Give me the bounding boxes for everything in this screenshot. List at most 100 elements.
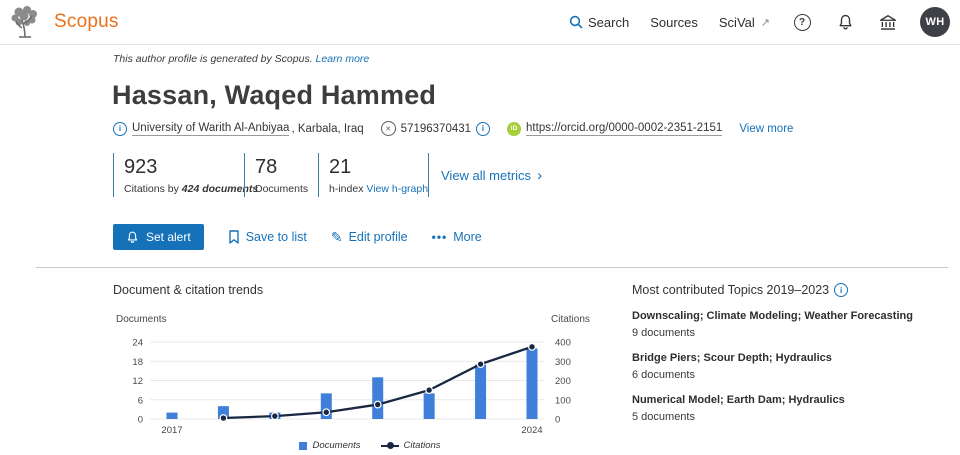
- topics-title-row: Most contributed Topics 2019–2023 i: [632, 283, 952, 297]
- set-alert-button[interactable]: Set alert: [113, 224, 204, 250]
- topic-count: 6 documents: [632, 369, 952, 381]
- topics-title: Most contributed Topics 2019–2023: [632, 283, 829, 297]
- bell-icon: [837, 14, 854, 31]
- top-header: Scopus Search Sources SciVal ↗ ?: [0, 0, 960, 45]
- view-more-link[interactable]: View more: [739, 123, 793, 135]
- svg-text:0: 0: [138, 415, 143, 426]
- profile-generated-note: This author profile is generated by Scop…: [113, 53, 369, 65]
- svg-text:12: 12: [132, 376, 143, 387]
- nav-sources[interactable]: Sources: [650, 15, 698, 30]
- nav-search[interactable]: Search: [569, 15, 629, 30]
- note-text: This author profile is generated by Scop…: [113, 53, 313, 65]
- metric-citations: 923 Citations by 424 documents: [113, 153, 244, 197]
- help-button[interactable]: ?: [791, 11, 813, 33]
- affiliation-location: , Karbala, Iraq: [291, 123, 363, 135]
- citations-swatch-icon: [381, 445, 399, 447]
- alert-bell-icon: [126, 231, 139, 244]
- view-all-metrics-label: View all metrics: [441, 168, 531, 183]
- topic-name[interactable]: Downscaling; Climate Modeling; Weather F…: [632, 310, 952, 323]
- chart-title: Document & citation trends: [113, 283, 263, 297]
- svg-text:400: 400: [555, 338, 571, 349]
- nav-sources-label: Sources: [650, 15, 698, 30]
- view-all-metrics-link[interactable]: View all metrics ›: [428, 153, 542, 197]
- metrics-row: 923 Citations by 424 documents 78 Docume…: [113, 153, 542, 197]
- section-divider: [36, 267, 948, 268]
- notifications-button[interactable]: [834, 11, 856, 33]
- documents-label: Documents: [255, 183, 318, 195]
- bookmark-icon: [228, 230, 240, 244]
- more-button[interactable]: ••• More: [432, 230, 482, 244]
- brand-wordmark[interactable]: Scopus: [54, 11, 119, 33]
- topic-name[interactable]: Bridge Piers; Scour Depth; Hydraulics: [632, 352, 952, 365]
- scopus-author-profile-page: Scopus Search Sources SciVal ↗ ?: [0, 0, 960, 455]
- svg-text:200: 200: [555, 376, 571, 387]
- svg-text:24: 24: [132, 338, 143, 349]
- svg-text:2017: 2017: [161, 425, 182, 436]
- save-to-list-button[interactable]: Save to list: [228, 230, 307, 244]
- nav-search-label: Search: [588, 15, 629, 30]
- topics-info-icon[interactable]: i: [834, 283, 848, 297]
- topic-item: Downscaling; Climate Modeling; Weather F…: [632, 310, 952, 339]
- save-to-list-label: Save to list: [246, 230, 307, 244]
- citations-label-prefix: Citations by: [124, 183, 182, 195]
- edit-profile-button[interactable]: ✎ Edit profile: [331, 229, 408, 246]
- external-link-icon: ↗: [761, 16, 770, 29]
- svg-text:18: 18: [132, 357, 143, 368]
- nav-scival-label: SciVal: [719, 15, 755, 30]
- author-id-group: ✕ 57196370431 i: [381, 121, 490, 136]
- hindex-label-row: h-index View h-graph: [329, 183, 428, 195]
- trend-chart: 00610012200183002440020172024: [105, 306, 585, 438]
- header-nav: Search Sources SciVal ↗ ?: [569, 0, 950, 44]
- documents-swatch-icon: [299, 442, 307, 450]
- view-h-graph-link[interactable]: View h-graph: [366, 183, 428, 195]
- learn-more-link[interactable]: Learn more: [316, 53, 370, 65]
- institution-button[interactable]: [877, 11, 899, 33]
- topic-count: 9 documents: [632, 327, 952, 339]
- citations-label: Citations by 424 documents: [124, 183, 244, 195]
- citations-value: 923: [124, 155, 244, 179]
- svg-text:0: 0: [555, 415, 560, 426]
- author-info-row: i University of Warith Al-Anbiyaa , Karb…: [113, 121, 793, 136]
- legend-citations[interactable]: Citations: [381, 440, 441, 451]
- edit-profile-label: Edit profile: [349, 230, 408, 244]
- institution-icon: [879, 14, 897, 31]
- documents-value: 78: [255, 155, 318, 179]
- svg-text:2024: 2024: [521, 425, 542, 436]
- author-id-value: 57196370431: [401, 123, 471, 135]
- actions-row: Set alert Save to list ✎ Edit profile ••…: [113, 224, 482, 250]
- orcid-group: iD https://orcid.org/0000-0002-2351-2151: [507, 122, 722, 136]
- metric-documents: 78 Documents: [244, 153, 318, 197]
- nav-scival[interactable]: SciVal ↗: [719, 15, 770, 30]
- topic-item: Numerical Model; Earth Dam; Hydraulics 5…: [632, 394, 952, 423]
- set-alert-label: Set alert: [146, 230, 191, 244]
- metric-hindex: 21 h-index View h-graph: [318, 153, 428, 197]
- author-name-heading: Hassan, Waqed Hammed: [112, 80, 436, 111]
- hindex-value: 21: [329, 155, 428, 179]
- topics-panel: Most contributed Topics 2019–2023 i Down…: [632, 283, 952, 423]
- affiliation-info-icon[interactable]: i: [113, 122, 127, 136]
- chart-legend: Documents Citations: [270, 440, 470, 451]
- affiliation-link[interactable]: University of Warith Al-Anbiyaa: [132, 122, 289, 136]
- chevron-right-icon: ›: [537, 169, 542, 182]
- topic-item: Bridge Piers; Scour Depth; Hydraulics 6 …: [632, 352, 952, 381]
- elsevier-tree-logo-icon[interactable]: [7, 4, 43, 40]
- pencil-icon: ✎: [331, 229, 343, 246]
- affiliation-group: i University of Warith Al-Anbiyaa , Karb…: [113, 122, 364, 136]
- more-label: More: [453, 230, 481, 244]
- trend-chart-svg: 00610012200183002440020172024: [105, 306, 585, 438]
- topic-count: 5 documents: [632, 411, 952, 423]
- author-id-info-icon[interactable]: i: [476, 122, 490, 136]
- orcid-icon: iD: [507, 122, 521, 136]
- legend-documents-label: Documents: [312, 440, 360, 451]
- ellipsis-icon: •••: [432, 230, 448, 244]
- svg-text:6: 6: [138, 395, 143, 406]
- help-icon: ?: [794, 14, 811, 31]
- orcid-link[interactable]: https://orcid.org/0000-0002-2351-2151: [526, 122, 722, 136]
- legend-citations-label: Citations: [404, 440, 441, 451]
- legend-documents[interactable]: Documents: [299, 440, 360, 451]
- svg-text:300: 300: [555, 357, 571, 368]
- search-icon: [569, 15, 583, 29]
- user-avatar[interactable]: WH: [920, 7, 950, 37]
- topic-name[interactable]: Numerical Model; Earth Dam; Hydraulics: [632, 394, 952, 407]
- hindex-label: h-index: [329, 183, 363, 195]
